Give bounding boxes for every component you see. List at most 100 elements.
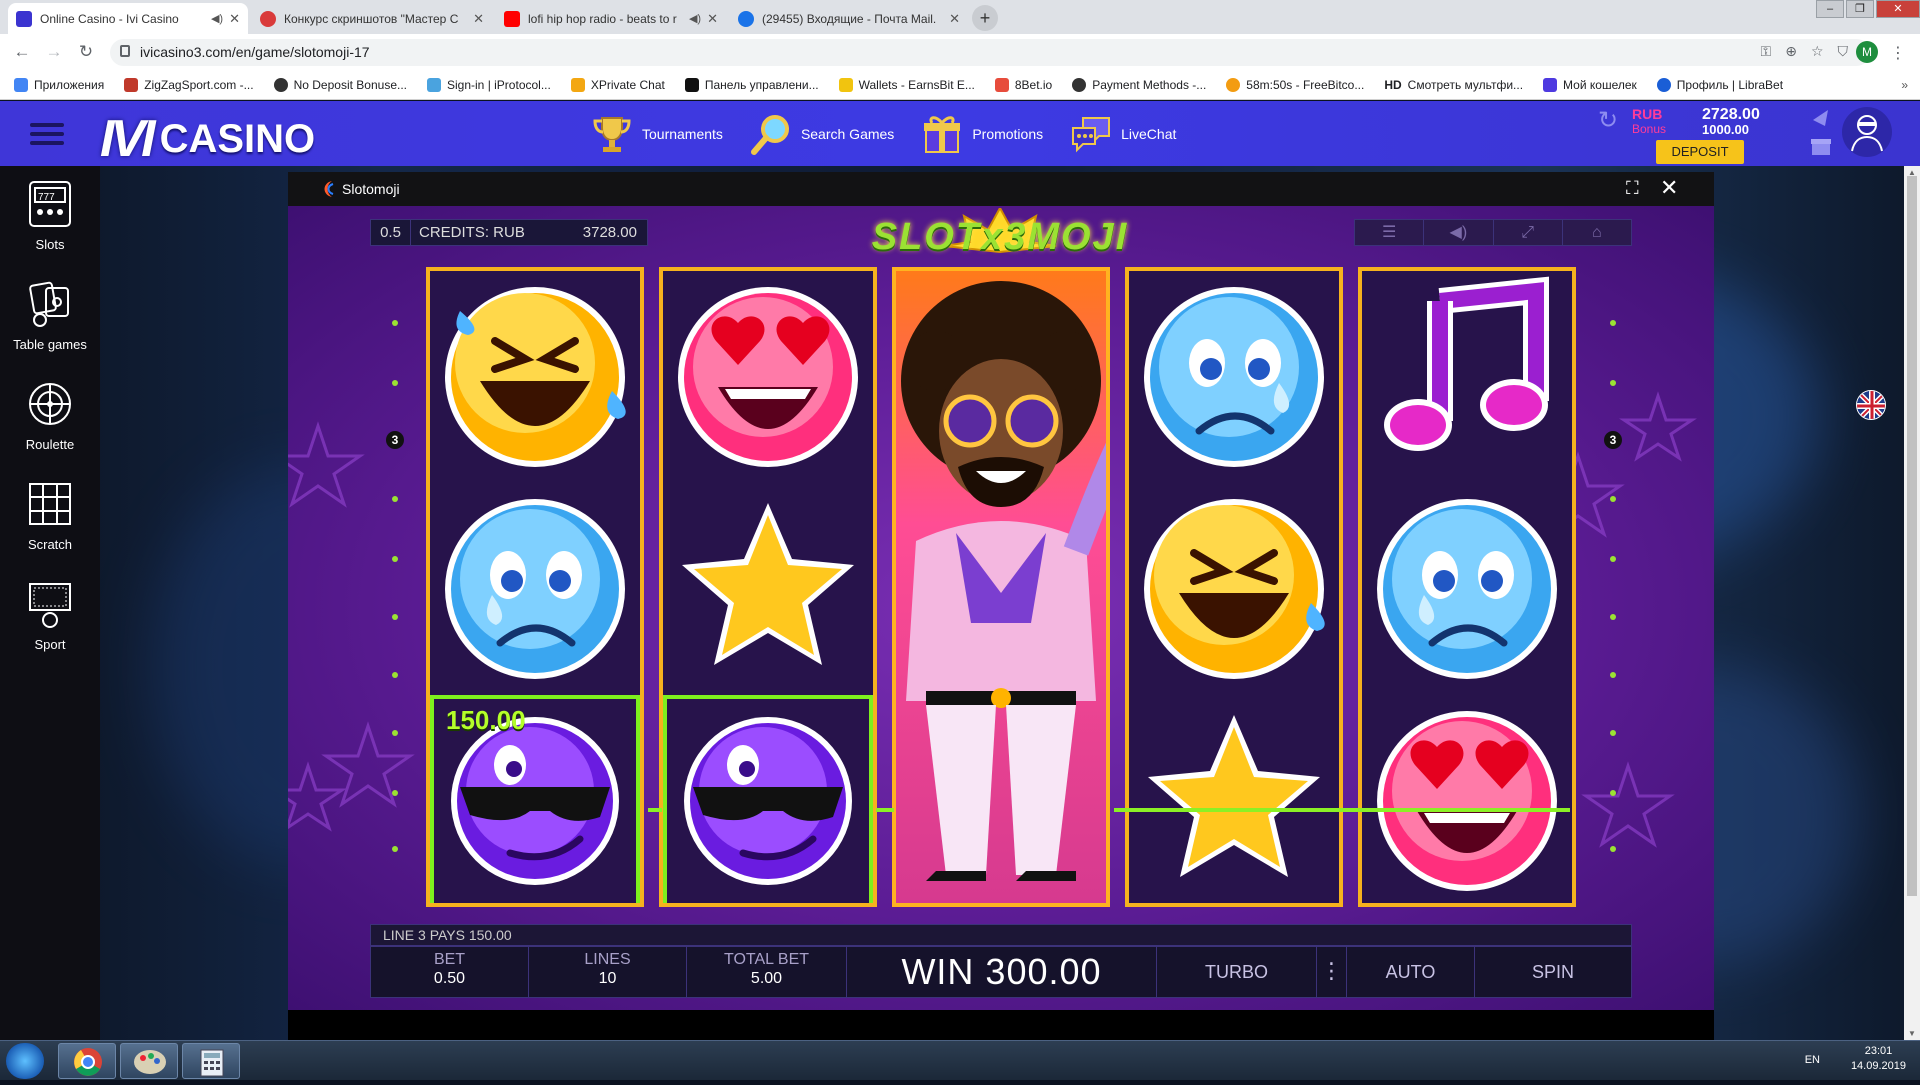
- auto-button[interactable]: AUTO: [1347, 947, 1475, 997]
- bookmark-wallet[interactable]: Мой кошелек: [1543, 77, 1637, 92]
- chat-icon: [1072, 116, 1111, 152]
- deposit-button[interactable]: DEPOSIT: [1656, 140, 1744, 164]
- nodeposit-icon: [273, 77, 288, 92]
- chrome-taskbar-icon[interactable]: [58, 1043, 116, 1079]
- bookmark-nodeposit[interactable]: No Deposit Bonuse...: [273, 77, 407, 92]
- bookmarks-bar: Приложения ZigZagSport.com -... No Depos…: [0, 70, 1920, 100]
- url-field[interactable]: ivicasino3.com/en/game/slotomoji-17 ⚿ ⊕ …: [110, 39, 1870, 66]
- bookmark-freebitco[interactable]: 58m:50s - FreeBitco...: [1226, 77, 1364, 92]
- windows-start-icon[interactable]: [6, 1043, 44, 1079]
- reload-icon[interactable]: ↻: [76, 42, 96, 62]
- wallets-icon: [838, 77, 853, 92]
- sidebar-item-roulette[interactable]: Roulette: [0, 378, 100, 452]
- close-game-icon[interactable]: ✕: [1660, 175, 1678, 201]
- panel-icon: [684, 77, 699, 92]
- forward-icon[interactable]: →: [44, 42, 64, 62]
- apps-grid-icon: [14, 77, 28, 92]
- notification-icon[interactable]: [1808, 106, 1834, 132]
- bet-selector[interactable]: BET 0.50: [371, 947, 529, 997]
- star-symbol: [682, 503, 854, 665]
- lock-icon: [120, 45, 130, 57]
- line-marker: [1610, 556, 1616, 562]
- bookmark-librabet[interactable]: Профиль | LibraBet: [1656, 77, 1783, 92]
- wallet-icon: [1543, 77, 1558, 92]
- close-tab-icon[interactable]: ✕: [473, 11, 484, 27]
- back-icon[interactable]: ←: [12, 42, 32, 62]
- bookmark-payment[interactable]: Payment Methods -...: [1072, 77, 1206, 92]
- user-avatar-icon[interactable]: [1842, 107, 1892, 157]
- turbo-button[interactable]: TURBO: [1157, 947, 1317, 997]
- calculator-taskbar-icon[interactable]: [182, 1043, 240, 1079]
- menu-icon[interactable]: ☰: [1355, 220, 1425, 245]
- youtube-favicon-icon: [504, 10, 520, 27]
- profile-avatar[interactable]: M: [1856, 41, 1878, 63]
- bookmark-xprivate[interactable]: XPrivate Chat: [570, 77, 665, 92]
- sidebar-item-slots[interactable]: 777 Slots: [0, 178, 100, 252]
- top-navigation: Tournaments Search Games Promotions Live…: [590, 101, 1202, 166]
- bookmark-wallets[interactable]: Wallets - EarnsBit E...: [838, 77, 975, 92]
- window-controls: – ❐ ✕: [1814, 0, 1920, 18]
- nav-promotions[interactable]: Promotions: [920, 112, 1043, 156]
- nav-tournaments[interactable]: Tournaments: [590, 112, 723, 156]
- close-tab-icon[interactable]: ✕: [229, 11, 240, 27]
- uk-flag-icon[interactable]: [1856, 390, 1886, 420]
- tab-contest[interactable]: Конкурс скриншотов "Мастер С ✕: [252, 3, 492, 34]
- tab-title: Конкурс скриншотов "Мастер С: [284, 11, 459, 26]
- home-icon[interactable]: ⌂: [1563, 220, 1631, 245]
- close-tab-icon[interactable]: ✕: [707, 11, 718, 27]
- bookmark-cartoons[interactable]: HD Смотреть мультфи...: [1384, 78, 1523, 92]
- coin-value[interactable]: 0.5: [371, 220, 411, 245]
- bookmark-iprotocol[interactable]: Sign-in | iProtocol...: [427, 77, 551, 92]
- trophy-icon: [593, 116, 631, 152]
- refresh-balance-icon[interactable]: ↻: [1598, 106, 1618, 135]
- nav-search-games[interactable]: Search Games: [749, 112, 894, 156]
- new-tab-button[interactable]: +: [972, 5, 998, 31]
- payline-segment: [876, 808, 894, 812]
- close-tab-icon[interactable]: ✕: [949, 11, 960, 27]
- gift-icon: [924, 115, 961, 153]
- auto-options-icon[interactable]: ⋮: [1317, 947, 1347, 997]
- page-scrollbar[interactable]: ▲ ▼: [1904, 166, 1920, 1040]
- line-marker: [1610, 672, 1616, 678]
- language-indicator[interactable]: EN: [1805, 1054, 1820, 1066]
- bookmark-panel[interactable]: Панель управлени...: [684, 77, 819, 92]
- game-fullscreen-icon[interactable]: ⤢: [1494, 220, 1563, 245]
- sidebar-item-table-games[interactable]: Table games: [0, 278, 100, 352]
- reel-2: [659, 267, 877, 907]
- key-icon[interactable]: ⚿: [1761, 43, 1772, 60]
- more-bookmarks-icon[interactable]: »: [1901, 78, 1908, 92]
- bookmark-8bet[interactable]: 8Bet.io: [994, 77, 1052, 92]
- sidebar-item-sport[interactable]: Sport: [0, 578, 100, 652]
- maximize-icon[interactable]: ❐: [1846, 0, 1874, 18]
- gift-small-icon[interactable]: [1808, 132, 1834, 158]
- ivi-casino-logo[interactable]: IVI CASINO: [100, 109, 315, 169]
- nav-livechat[interactable]: LiveChat: [1069, 112, 1176, 156]
- line-marker: [392, 320, 398, 326]
- tab-ivi-casino[interactable]: Online Casino - Ivi Casino ◀) ✕: [8, 3, 248, 34]
- line-marker: [392, 380, 398, 386]
- zigzag-icon: [124, 77, 139, 92]
- bookmark-apps[interactable]: Приложения: [14, 77, 104, 92]
- line-marker: [1610, 730, 1616, 736]
- shield-icon[interactable]: ⛉: [1838, 43, 1849, 60]
- provider-logo-icon: [324, 181, 334, 197]
- lines-selector[interactable]: LINES 10: [529, 947, 687, 997]
- window-close-icon[interactable]: ✕: [1876, 0, 1920, 18]
- game-title-bar: Slotomoji ⛶ ✕: [288, 172, 1714, 206]
- slot-machine-icon: 777: [29, 181, 71, 227]
- bookmark-star-icon[interactable]: ☆: [1811, 43, 1824, 60]
- paint-taskbar-icon[interactable]: [120, 1043, 178, 1079]
- bookmark-zigzag[interactable]: ZigZagSport.com -...: [124, 77, 254, 92]
- browser-menu-icon[interactable]: ⋮: [1890, 43, 1906, 63]
- hamburger-menu-icon[interactable]: [30, 123, 64, 145]
- fullscreen-icon[interactable]: ⛶: [1626, 178, 1639, 199]
- sidebar-item-scratch[interactable]: Scratch: [0, 478, 100, 552]
- tab-lofi[interactable]: lofi hip hop radio - beats to r ◀) ✕: [496, 3, 726, 34]
- sound-icon[interactable]: ◀): [1424, 220, 1494, 245]
- zoom-icon[interactable]: ⊕: [1785, 43, 1797, 60]
- tab-mail[interactable]: (29455) Входящие - Почта Mail. ✕: [730, 3, 968, 34]
- minimize-icon[interactable]: –: [1816, 0, 1844, 18]
- payment-icon: [1072, 77, 1087, 92]
- spin-button[interactable]: SPIN: [1475, 947, 1631, 997]
- system-clock[interactable]: 23:01 14.09.2019: [1851, 1045, 1906, 1072]
